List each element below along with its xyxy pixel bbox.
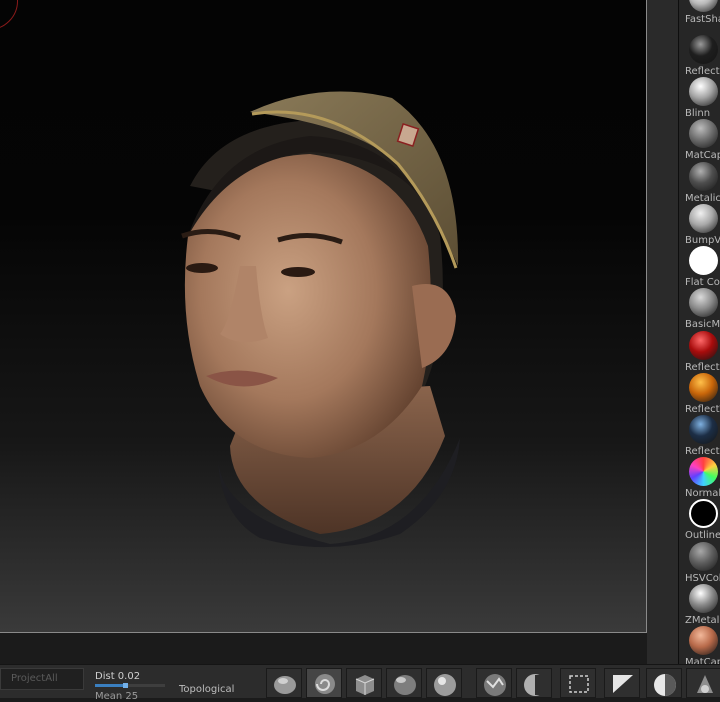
material-swatch-icon[interactable]: [689, 373, 718, 402]
brush-trim-button[interactable]: [604, 668, 640, 698]
pattern-brush-icon: [484, 674, 506, 696]
material-item[interactable]: FastSha: [679, 0, 720, 25]
material-item[interactable]: Normal: [679, 457, 720, 499]
brush-pattern-button[interactable]: [476, 668, 512, 698]
dist-label-text: Dist: [95, 671, 115, 682]
navigation-gizmo[interactable]: [0, 0, 18, 30]
material-swatch-icon[interactable]: [689, 626, 718, 655]
brush-cube-button[interactable]: [346, 668, 382, 698]
material-label: BasicM: [685, 319, 720, 330]
material-item[interactable]: Metalic: [679, 162, 720, 204]
material-swatch-icon[interactable]: [689, 162, 718, 191]
material-swatch-icon[interactable]: [689, 119, 718, 148]
brush-half-sphere-button[interactable]: [646, 668, 682, 698]
material-swatch-icon[interactable]: [689, 499, 718, 528]
cube-brush-icon: [355, 675, 375, 695]
material-label: Metalic: [685, 193, 720, 204]
pinch-brush-icon: [697, 675, 713, 693]
material-item[interactable]: Blinn: [679, 77, 720, 119]
material-swatch-icon[interactable]: [689, 288, 718, 317]
dist-slider[interactable]: [95, 683, 165, 688]
brush-sphere-button[interactable]: [426, 668, 462, 698]
material-label: HSVCol: [685, 573, 720, 584]
dist-slider-label: Dist 0.02: [95, 671, 140, 682]
clip-brush-icon: [524, 674, 546, 696]
material-swatch-icon[interactable]: [689, 457, 718, 486]
spiral-brush-icon: [315, 674, 335, 694]
material-label: ReflectY: [685, 404, 720, 415]
material-label: Normal: [685, 488, 720, 499]
topological-button[interactable]: Topological: [179, 684, 234, 695]
material-item[interactable]: ReflectR: [679, 331, 720, 373]
material-label: Reflecte: [685, 66, 720, 77]
material-swatch-icon[interactable]: [689, 35, 718, 64]
material-item[interactable]: HSVCol: [679, 542, 720, 584]
material-item[interactable]: BasicM: [679, 288, 720, 330]
material-swatch-icon[interactable]: [689, 0, 718, 12]
material-swatch-icon[interactable]: [689, 584, 718, 613]
material-label: MatCap: [685, 150, 720, 161]
material-swatch-icon[interactable]: [689, 246, 718, 275]
palette-scroll-gutter: [647, 0, 678, 697]
brush-spiral-button[interactable]: [306, 668, 342, 698]
material-swatch-icon[interactable]: [689, 204, 718, 233]
dist-slider-fill: [95, 684, 126, 687]
brush-clay-button[interactable]: [266, 668, 302, 698]
material-item[interactable]: Flat Col: [679, 246, 720, 288]
material-label: Blinn: [685, 108, 711, 119]
material-item[interactable]: ZMetal: [679, 584, 720, 626]
material-label: BumpVi: [685, 235, 720, 246]
3d-viewport[interactable]: [0, 0, 647, 633]
brush-flatten-button[interactable]: [386, 668, 422, 698]
select-rect-icon: [569, 675, 589, 693]
material-item[interactable]: Reflecte: [679, 415, 720, 457]
material-label: ZMetal: [685, 615, 720, 626]
clay-brush-icon: [274, 676, 296, 694]
flatten-brush-icon: [394, 675, 416, 695]
material-swatch-icon[interactable]: [689, 77, 718, 106]
material-label: Flat Col: [685, 277, 720, 288]
material-item[interactable]: Outline: [679, 499, 720, 541]
material-swatch-icon[interactable]: [689, 415, 718, 444]
material-label: Reflecte: [685, 446, 720, 457]
material-item[interactable]: Reflecte: [679, 35, 720, 77]
material-swatch-icon[interactable]: [689, 542, 718, 571]
brush-pinch-button[interactable]: [686, 668, 720, 698]
material-label: ReflectR: [685, 362, 720, 373]
brush-select-rect-button[interactable]: [560, 668, 596, 698]
material-item[interactable]: MatCap: [679, 626, 720, 668]
sphere-brush-icon: [434, 674, 456, 696]
material-item[interactable]: BumpVi: [679, 204, 720, 246]
dist-value: 0.02: [117, 671, 141, 682]
material-item[interactable]: MatCap: [679, 119, 720, 161]
project-all-button[interactable]: ProjectAll: [0, 668, 84, 690]
brush-clip-button[interactable]: [516, 668, 552, 698]
material-item[interactable]: ReflectY: [679, 373, 720, 415]
dist-slider-knob[interactable]: [123, 683, 128, 688]
material-swatch-icon[interactable]: [689, 331, 718, 360]
material-label: Outline: [685, 530, 720, 541]
material-label: FastSha: [685, 14, 720, 25]
half-sphere-icon: [654, 674, 676, 696]
trim-brush-icon: [613, 675, 633, 693]
material-palette[interactable]: FastSha Reflecte Blinn MatCap Metalic BumpVi F…: [678, 0, 720, 697]
sculpt-model-head[interactable]: [160, 86, 470, 556]
